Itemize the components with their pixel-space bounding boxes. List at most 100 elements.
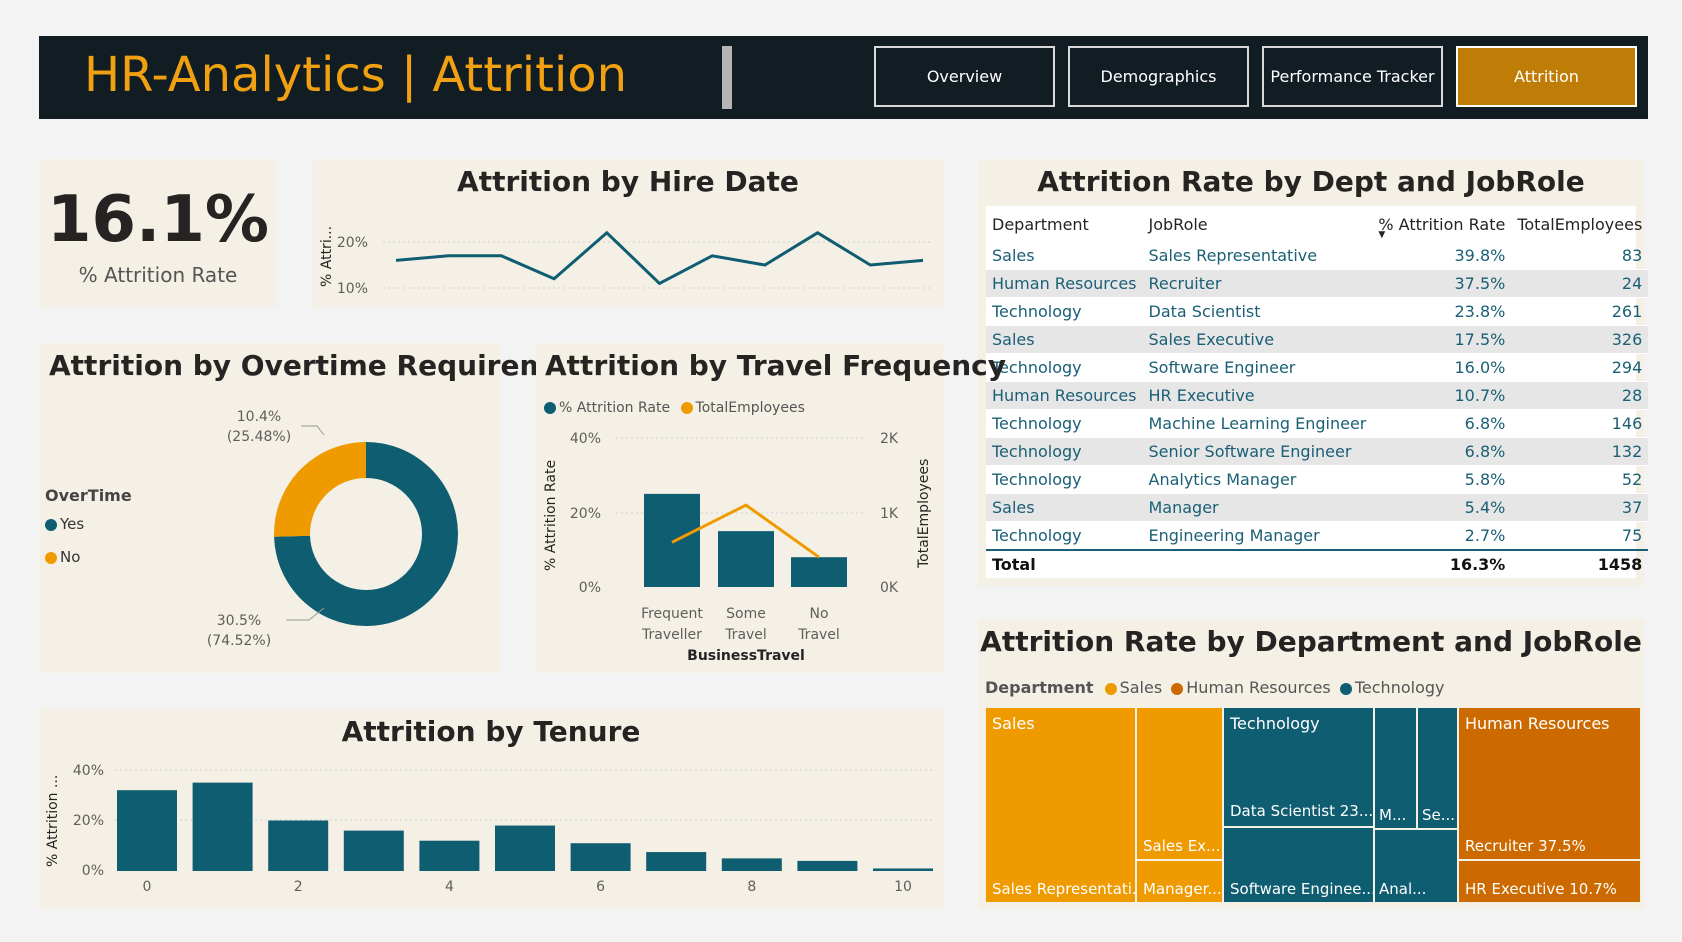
header-divider xyxy=(722,46,732,109)
cell-attrition-rate: 37.5% xyxy=(1372,269,1512,298)
tenure-bar[interactable] xyxy=(873,868,933,871)
cell-department: Technology xyxy=(986,353,1143,382)
total-cell: Total xyxy=(986,549,1143,578)
tenure-xtick: 4 xyxy=(445,879,454,895)
treemap-tile-label: M... xyxy=(1379,806,1407,824)
header-bar: HR-Analytics | Attrition Overview Demogr… xyxy=(39,36,1648,119)
cell-total-employees: 132 xyxy=(1511,437,1649,466)
travel-xtick: Traveller xyxy=(641,627,702,643)
cell-department: Sales xyxy=(986,325,1143,354)
column-header-totalemployees[interactable]: TotalEmployees xyxy=(1511,206,1648,242)
travel-xtick: Travel xyxy=(797,627,840,643)
hire-date-card: Attrition by Hire Date % Attri... 20% 10… xyxy=(313,159,943,307)
treemap-tile-label: Recruiter 37.5% xyxy=(1465,837,1586,855)
cell-department: Technology xyxy=(986,297,1143,326)
table-row[interactable]: Human Resources HR Executive 10.7% 28 xyxy=(986,381,1649,410)
legend-label[interactable]: Human Resources xyxy=(1186,678,1331,697)
travel-bar[interactable] xyxy=(718,531,774,587)
tenure-ytick: 0% xyxy=(82,863,104,879)
table-row[interactable]: Technology Software Engineer 16.0% 294 xyxy=(986,353,1649,382)
legend-dot-icon xyxy=(1339,682,1352,695)
treemap-tile-label: Anal... xyxy=(1379,880,1427,898)
travel-ytick-left: 40% xyxy=(570,431,601,447)
treemap-tile-data-scientist[interactable]: Technology Data Scientist 23.... xyxy=(1223,707,1374,827)
table-total-row: Total 16.3% 1458 xyxy=(986,549,1649,578)
treemap-tile-sales-representative[interactable]: Sales Sales Representati... xyxy=(985,707,1136,903)
hire-date-ytick: 10% xyxy=(337,281,368,297)
cell-total-employees: 83 xyxy=(1511,242,1649,270)
cell-total-employees: 261 xyxy=(1511,297,1649,326)
tenure-bar[interactable] xyxy=(192,782,253,871)
dept-table-card: Attrition Rate by Dept and JobRole Depar… xyxy=(978,159,1649,586)
cell-jobrole: Machine Learning Engineer xyxy=(1142,409,1373,438)
cell-jobrole: HR Executive xyxy=(1142,381,1373,410)
table-row[interactable]: Technology Analytics Manager 5.8% 52 xyxy=(986,465,1649,494)
tenure-bar[interactable] xyxy=(721,858,782,871)
treemap-tile-machine-learning-engineer[interactable]: M... xyxy=(1374,707,1417,829)
treemap-tile-label: Sales Representati... xyxy=(992,880,1136,898)
treemap-tile-recruiter[interactable]: Human Resources Recruiter 37.5% xyxy=(1458,707,1641,860)
table-row[interactable]: Technology Machine Learning Engineer 6.8% 1… xyxy=(986,409,1649,438)
treemap-tile-senior-software-engineer[interactable]: Se... xyxy=(1417,707,1458,829)
cell-jobrole: Senior Software Engineer xyxy=(1142,437,1373,466)
treemap-tile-manager[interactable]: Manager... xyxy=(1136,860,1223,903)
travel-ylabel-left: % Attrition Rate xyxy=(543,460,559,571)
nav-performance-tracker-button[interactable]: Performance Tracker xyxy=(1262,46,1443,107)
hire-date-chart: % Attri... 20% 10% xyxy=(319,226,933,297)
kpi-card: 16.1% % Attrition Rate xyxy=(39,159,277,307)
travel-xtick: Some xyxy=(726,606,766,622)
table-row[interactable]: Sales Sales Executive 17.5% 326 xyxy=(986,325,1649,354)
travel-ytick-left: 20% xyxy=(570,506,601,522)
tenure-bar[interactable] xyxy=(570,843,631,871)
hire-date-ylabel: % Attri... xyxy=(319,226,335,287)
cell-department: Sales xyxy=(986,493,1143,522)
tenure-bar[interactable] xyxy=(117,790,177,871)
treemap-tile-analytics-manager[interactable]: Anal... xyxy=(1374,829,1458,903)
table-row[interactable]: Technology Data Scientist 23.8% 261 xyxy=(986,297,1649,326)
treemap-group-label: Human Resources xyxy=(1465,714,1610,733)
cell-attrition-rate: 39.8% xyxy=(1372,242,1512,270)
donut-slice-no[interactable] xyxy=(274,442,366,537)
treemap-tile-label: Se... xyxy=(1422,806,1456,824)
treemap-tile-software-engineer[interactable]: Software Enginee... xyxy=(1223,827,1374,903)
travel-card: Attrition by Travel Frequency % Attritio… xyxy=(536,343,1006,673)
tenure-bar[interactable] xyxy=(797,860,858,871)
cell-jobrole: Software Engineer xyxy=(1142,353,1373,382)
travel-bar[interactable] xyxy=(644,493,700,587)
tenure-bar[interactable] xyxy=(343,830,404,871)
tenure-bar[interactable] xyxy=(268,820,329,872)
hire-date-ytick: 20% xyxy=(337,235,368,251)
column-header-department[interactable]: Department xyxy=(986,206,1143,242)
treemap-group-label: Technology xyxy=(1230,714,1320,733)
hire-date-series-line xyxy=(395,230,924,286)
table-row[interactable]: Technology Senior Software Engineer 6.8% 13… xyxy=(986,437,1649,466)
cell-attrition-rate: 6.8% xyxy=(1372,409,1512,438)
table-row[interactable]: Sales Sales Representative 39.8% 83 xyxy=(986,242,1649,270)
column-header-jobrole[interactable]: JobRole xyxy=(1143,206,1373,242)
tenure-bar-chart: % Attrition ... 40% 20% 0% 0 2 4 6 8 10 xyxy=(45,763,934,895)
cell-jobrole: Sales Executive xyxy=(1142,325,1373,354)
treemap-tile-hr-executive[interactable]: HR Executive 10.7% xyxy=(1458,860,1641,903)
nav-demographics-button[interactable]: Demographics xyxy=(1068,46,1249,107)
nav-overview-button[interactable]: Overview xyxy=(874,46,1055,107)
legend-label[interactable]: Technology xyxy=(1355,678,1445,697)
donut-label-no-rate: 10.4% xyxy=(237,409,281,425)
cell-department: Technology xyxy=(986,409,1143,438)
treemap-group-label: Sales xyxy=(992,714,1035,733)
travel-bar[interactable] xyxy=(791,557,847,587)
tenure-bar[interactable] xyxy=(419,840,480,871)
total-cell: 1458 xyxy=(1511,549,1649,578)
treemap-tile-sales-executive[interactable]: Sales Ex... xyxy=(1136,707,1223,860)
nav-attrition-button[interactable]: Attrition xyxy=(1456,46,1637,107)
dept-table-container[interactable]: Department JobRole % Attrition Rate ▼ Tot… xyxy=(986,206,1649,578)
total-cell: 16.3% xyxy=(1372,549,1512,578)
cell-jobrole: Sales Representative xyxy=(1142,242,1373,270)
table-row[interactable]: Human Resources Recruiter 37.5% 24 xyxy=(986,269,1649,298)
tenure-bar[interactable] xyxy=(495,825,555,871)
table-row[interactable]: Technology Engineering Manager 2.7% 75 xyxy=(986,521,1649,551)
legend-label[interactable]: Sales xyxy=(1120,678,1163,697)
table-row[interactable]: Sales Manager 5.4% 37 xyxy=(986,493,1649,522)
cell-jobrole: Manager xyxy=(1142,493,1373,522)
column-header-attrition-rate[interactable]: % Attrition Rate ▼ xyxy=(1372,206,1511,242)
tenure-bar[interactable] xyxy=(646,852,707,871)
